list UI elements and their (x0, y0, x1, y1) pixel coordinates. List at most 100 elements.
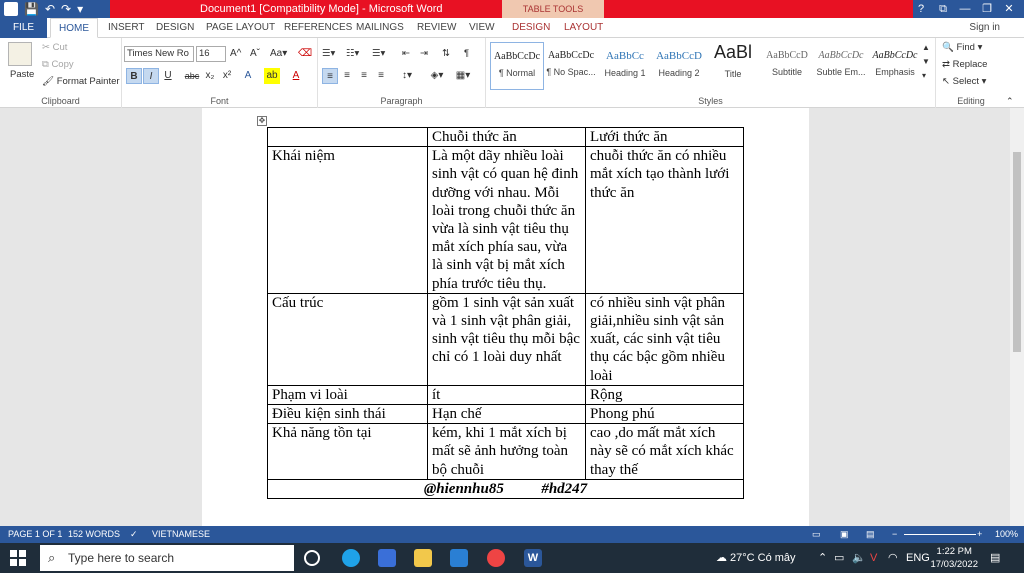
sort-icon[interactable]: ⇅ (442, 47, 450, 61)
windows-start-icon[interactable] (10, 550, 26, 566)
taskbar-search-box[interactable]: ⌕ Type here to search (40, 545, 294, 571)
bullets-icon[interactable]: ☰▾ (322, 47, 335, 61)
paste-button[interactable]: Paste (10, 68, 34, 82)
cut-button[interactable]: ✂ Cut (42, 41, 67, 55)
page-count[interactable]: PAGE 1 OF 1 (8, 526, 62, 543)
style-heading-1[interactable]: AaBbCc Heading 1 (598, 42, 652, 90)
antivirus-icon[interactable]: V (870, 543, 877, 573)
print-layout-icon[interactable]: ▣ (840, 526, 849, 543)
align-left-icon[interactable]: ≡ (322, 68, 338, 84)
text-effects-icon[interactable]: A (240, 68, 256, 84)
close-button[interactable]: ✕ (998, 0, 1020, 18)
table-cell[interactable] (267, 126, 428, 148)
file-explorer-icon[interactable] (414, 549, 432, 567)
multilevel-list-icon[interactable]: ☰▾ (372, 47, 385, 61)
tab-file[interactable]: FILE (0, 18, 47, 38)
customize-qat-icon[interactable]: ▾ (77, 1, 83, 17)
styles-scroll-up-icon[interactable]: ▲ (922, 42, 930, 54)
word-count[interactable]: 152 WORDS (68, 526, 120, 543)
style-subtitle[interactable]: AaBbCcD Subtitle (760, 42, 814, 90)
table-cell[interactable]: Khái niệm (267, 146, 428, 294)
table-cell[interactable]: gồm 1 sinh vật sản xuất và 1 sinh vật ph… (427, 292, 586, 386)
tab-table-design[interactable]: DESIGN (504, 18, 558, 38)
subscript-button[interactable]: x₂ (202, 68, 218, 84)
style-no-spacing[interactable]: AaBbCcDc ¶ No Spac... (544, 42, 598, 90)
input-language[interactable]: ENG (906, 543, 930, 573)
replace-button[interactable]: ⇄ Replace (942, 58, 987, 72)
styles-more-icon[interactable]: ▾ (922, 70, 926, 82)
tab-page-layout[interactable]: PAGE LAYOUT (198, 18, 283, 38)
shrink-font-icon[interactable]: Aˇ (250, 47, 260, 61)
font-color-icon[interactable]: A (288, 68, 304, 84)
table-cell[interactable]: Là một dãy nhiều loài sinh vật có quan h… (427, 146, 586, 294)
proofing-icon[interactable]: ✓ (130, 526, 138, 543)
table-move-handle-icon[interactable]: ✥ (257, 116, 267, 126)
chrome-icon[interactable] (487, 549, 505, 567)
align-center-icon[interactable]: ≡ (339, 68, 355, 84)
web-layout-icon[interactable]: ▤ (866, 526, 875, 543)
table-cell[interactable]: Rộng (585, 384, 744, 406)
table-cell[interactable]: kém, khi 1 mắt xích bị mất sẽ ảnh hưởng … (427, 423, 586, 480)
taskbar-clock[interactable]: 1:22 PM 17/03/2022 (930, 545, 978, 571)
store-icon[interactable] (378, 549, 396, 567)
table-cell[interactable]: Phong phú (585, 404, 744, 425)
weather-icon[interactable]: ☁ (716, 543, 727, 573)
edge-icon[interactable] (342, 549, 360, 567)
sign-in-link[interactable]: Sign in (969, 18, 1000, 38)
style-heading-2[interactable]: AaBbCcD Heading 2 (652, 42, 706, 90)
clear-formatting-icon[interactable]: ⌫ (298, 47, 312, 61)
table-cell[interactable]: Hạn chế (427, 404, 586, 425)
maximize-button[interactable]: ❐ (976, 0, 998, 18)
font-size-select[interactable]: 16 (196, 46, 226, 62)
task-view-icon[interactable] (304, 550, 320, 566)
tray-chevron-icon[interactable]: ⌃ (818, 543, 827, 573)
table-cell[interactable]: Cấu trúc (267, 292, 428, 386)
decrease-indent-icon[interactable]: ⇤ (402, 47, 410, 61)
mail-icon[interactable] (450, 549, 468, 567)
tab-design[interactable]: DESIGN (148, 18, 202, 38)
select-button[interactable]: ↖ Select ▾ (942, 75, 986, 89)
zoom-level[interactable]: 100% (995, 526, 1018, 543)
tab-table-layout[interactable]: LAYOUT (556, 18, 611, 38)
style-normal[interactable]: AaBbCcDc ¶ Normal (490, 42, 544, 90)
shading-icon[interactable]: ◈▾ (426, 68, 448, 84)
zoom-in-icon[interactable]: + (977, 526, 982, 543)
zoom-out-icon[interactable]: − (892, 526, 897, 543)
save-icon[interactable]: 💾 (24, 1, 39, 17)
table-cell[interactable]: cao ,do mất mắt xích này sẽ có mắt xích … (585, 423, 744, 480)
collapse-ribbon-icon[interactable]: ⌃ (1006, 94, 1014, 108)
style-subtle-emphasis[interactable]: AaBbCcDc Subtle Em... (814, 42, 868, 90)
undo-icon[interactable]: ↶ (45, 1, 55, 17)
table-footer-cell[interactable]: @hiennhu85 #hd247 (267, 478, 744, 500)
show-marks-icon[interactable]: ¶ (464, 47, 469, 61)
document-page[interactable]: ✥ Chuỗi thức ăn Lưới thức ăn Khái niệm L… (202, 108, 809, 526)
grow-font-icon[interactable]: A^ (230, 47, 241, 61)
tab-home[interactable]: HOME (50, 18, 98, 38)
line-spacing-icon[interactable]: ↕▾ (396, 68, 418, 84)
word-taskbar-icon[interactable]: W (524, 549, 542, 567)
ribbon-display-options-icon[interactable]: ⧉ (932, 0, 954, 18)
format-painter-button[interactable]: 🖌 Format Painter (42, 75, 120, 89)
notifications-icon[interactable]: ▤ (990, 543, 1000, 573)
numbering-icon[interactable]: ☷▾ (346, 47, 359, 61)
read-mode-icon[interactable]: ▭ (812, 526, 821, 543)
style-emphasis[interactable]: AaBbCcDc Emphasis (868, 42, 922, 90)
table-cell[interactable]: Lưới thức ăn (585, 126, 744, 148)
comparison-table[interactable]: Chuỗi thức ăn Lưới thức ăn Khái niệm Là … (267, 126, 744, 500)
weather-text[interactable]: 27°C Có mây (730, 543, 796, 573)
table-cell[interactable]: Chuỗi thức ăn (427, 126, 586, 148)
table-cell[interactable]: ít (427, 384, 586, 406)
highlight-icon[interactable]: ab (264, 68, 280, 84)
change-case-icon[interactable]: Aa▾ (270, 47, 287, 61)
borders-icon[interactable]: ▦▾ (452, 68, 474, 84)
minimize-button[interactable]: — (954, 0, 976, 18)
table-cell[interactable]: Điều kiện sinh thái (267, 404, 428, 425)
superscript-button[interactable]: x² (219, 68, 235, 84)
styles-scroll-down-icon[interactable]: ▼ (922, 56, 930, 68)
redo-icon[interactable]: ↷ (61, 1, 71, 17)
network-icon[interactable]: ◠ (888, 543, 898, 573)
italic-button[interactable]: I (143, 68, 159, 84)
tab-view[interactable]: VIEW (461, 18, 503, 38)
vertical-scrollbar[interactable] (1010, 108, 1024, 526)
zoom-slider[interactable] (904, 534, 976, 535)
